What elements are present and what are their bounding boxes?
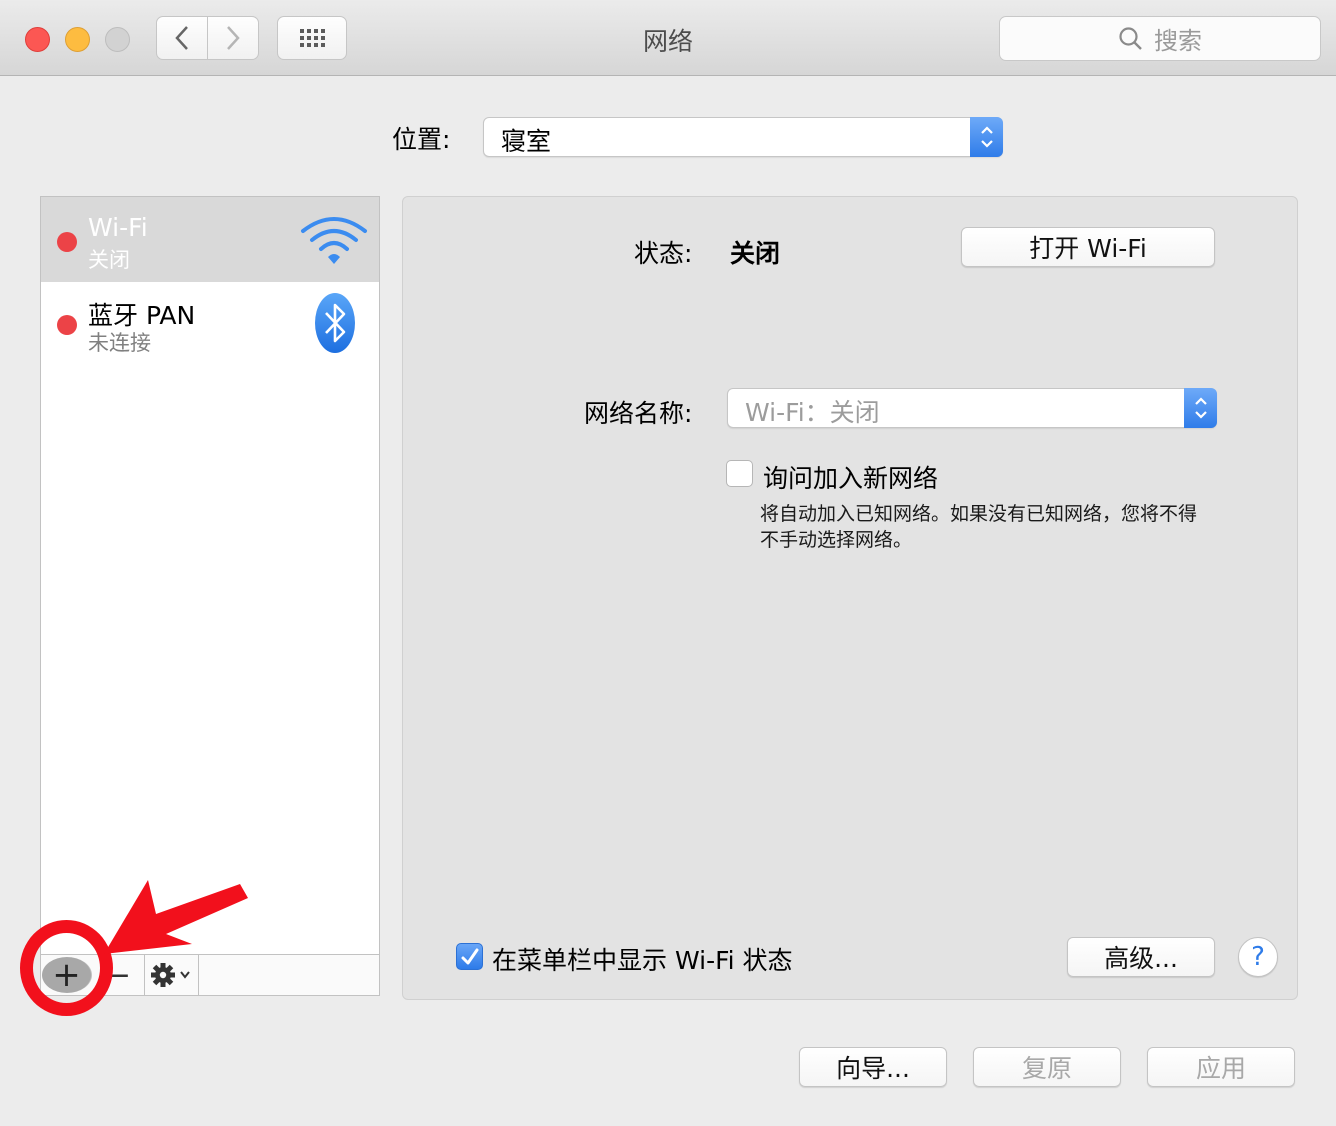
location-value: 寝室 xyxy=(501,127,552,156)
apply-button[interactable]: 应用 xyxy=(1147,1047,1295,1087)
advanced-button[interactable]: 高级... xyxy=(1067,937,1215,977)
wifi-icon xyxy=(301,217,367,264)
window-title: 网络 xyxy=(642,27,693,56)
status-label: 状态: xyxy=(634,239,693,268)
grid-icon xyxy=(299,29,325,47)
popup-stepper-icon xyxy=(970,117,1003,157)
help-button[interactable]: ? xyxy=(1238,937,1278,977)
network-name-popup[interactable]: Wi-Fi：关闭 xyxy=(727,388,1217,428)
back-button[interactable] xyxy=(156,16,208,60)
toggle-wifi-button[interactable]: 打开 Wi-Fi xyxy=(961,227,1215,267)
service-status: 关闭 xyxy=(88,248,130,272)
ask-join-help-text: 将自动加入已知网络。如果没有已知网络，您将不得不手动选择网络。 xyxy=(760,503,1198,551)
network-name-value: Wi-Fi：关闭 xyxy=(745,398,880,427)
search-placeholder: 搜索 xyxy=(1154,27,1202,55)
service-item-bluetooth-pan[interactable]: 蓝牙 PAN 未连接 xyxy=(41,282,379,367)
ask-join-checkbox[interactable] xyxy=(726,460,753,487)
service-name: Wi-Fi xyxy=(88,213,148,242)
assist-me-button[interactable]: 向导... xyxy=(799,1047,947,1087)
search-icon xyxy=(1119,26,1142,50)
status-value: 关闭 xyxy=(730,239,781,268)
status-indicator xyxy=(57,232,77,252)
service-status: 未连接 xyxy=(88,331,151,355)
bluetooth-icon xyxy=(315,293,355,353)
detail-pane xyxy=(402,196,1298,1000)
location-popup[interactable]: 寝室 xyxy=(483,117,1003,157)
checkmark-icon xyxy=(461,948,478,964)
minimize-window-button[interactable] xyxy=(65,27,90,52)
service-item-wifi[interactable]: Wi-Fi 关闭 xyxy=(41,197,379,282)
status-indicator xyxy=(57,315,77,335)
title-bar: 网络 搜索 xyxy=(0,0,1336,76)
ask-join-label: 询问加入新网络 xyxy=(763,464,939,493)
show-in-menubar-checkbox[interactable] xyxy=(456,943,483,970)
annotation-arrow-icon xyxy=(104,880,248,954)
forward-button[interactable] xyxy=(207,16,259,60)
network-name-label: 网络名称: xyxy=(584,399,693,428)
show-all-button[interactable] xyxy=(277,16,347,60)
location-label: 位置: xyxy=(392,125,451,154)
show-in-menubar-label: 在菜单栏中显示 Wi-Fi 状态 xyxy=(492,946,793,975)
search-field[interactable]: 搜索 xyxy=(999,16,1321,61)
popup-stepper-icon xyxy=(1184,388,1217,428)
revert-button[interactable]: 复原 xyxy=(973,1047,1121,1087)
zoom-window-button[interactable] xyxy=(105,27,130,52)
chevron-left-icon xyxy=(175,26,188,50)
chevron-right-icon xyxy=(227,26,240,50)
close-window-button[interactable] xyxy=(25,27,50,52)
